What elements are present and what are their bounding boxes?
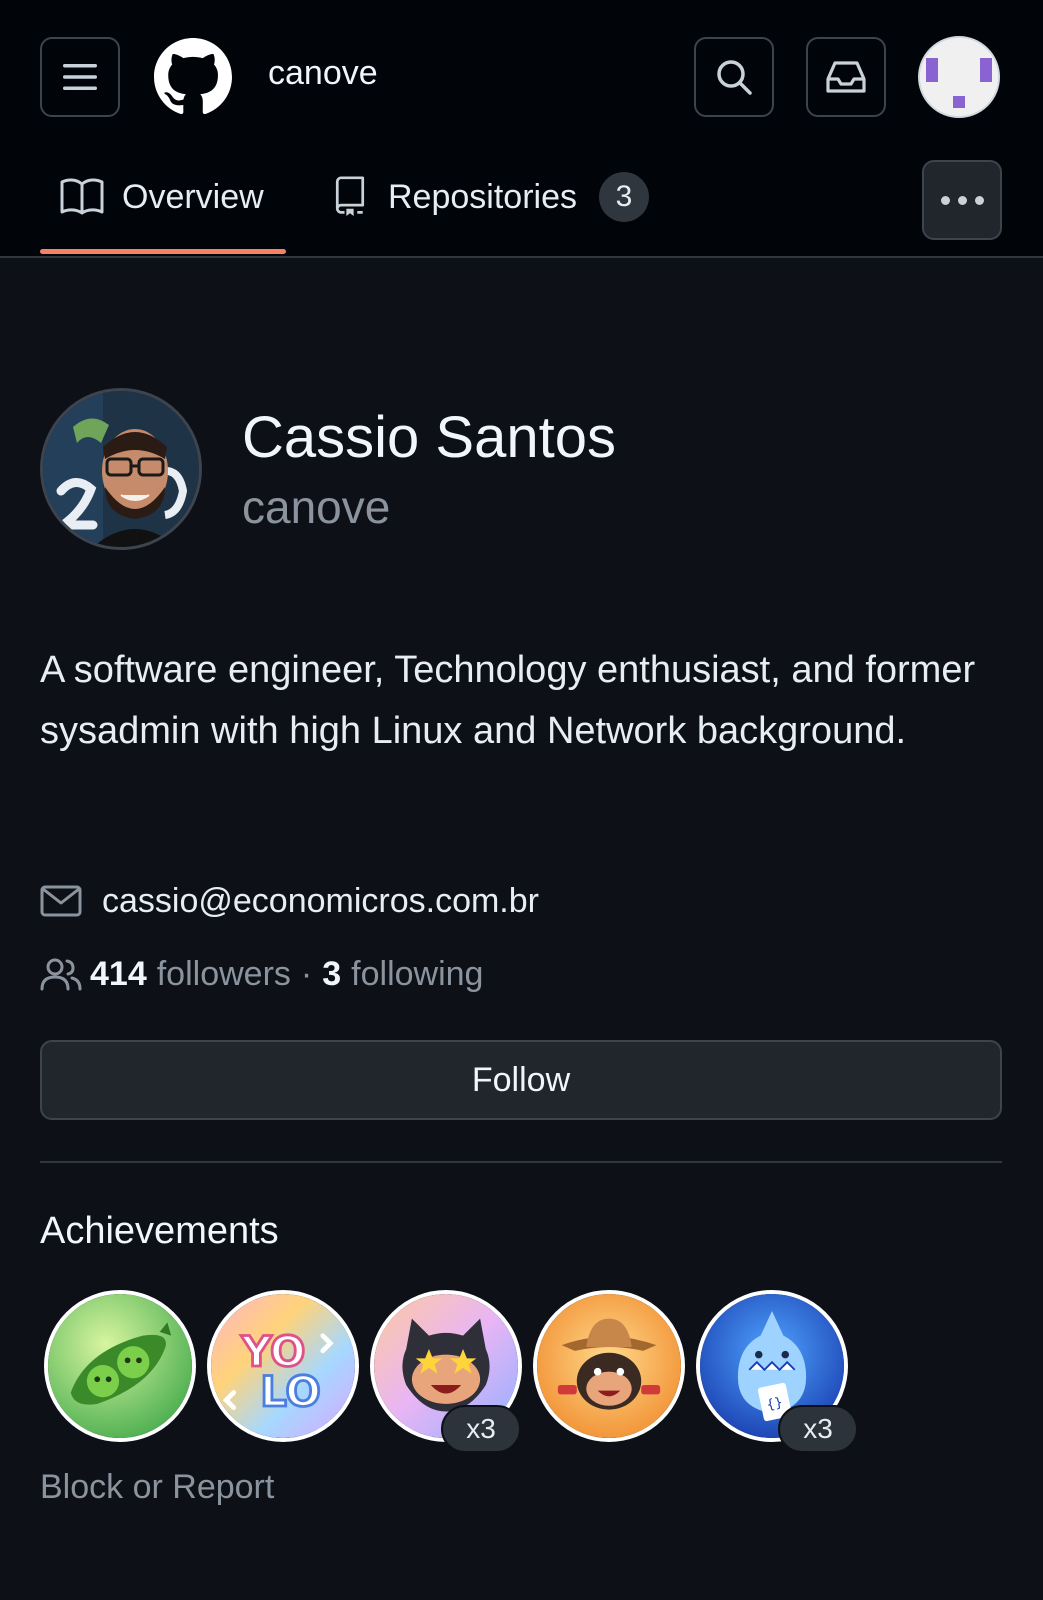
achievement-badge-peas[interactable] [44, 1290, 196, 1442]
tab-repositories[interactable]: Repositories 3 [330, 158, 670, 258]
kebab-dot-icon [940, 195, 950, 205]
stats-separator: · [300, 954, 313, 993]
tab-repositories-label: Repositories [388, 178, 577, 216]
inbox-button[interactable] [806, 37, 886, 117]
user-avatar[interactable] [918, 36, 1000, 118]
kebab-dot-icon [974, 195, 984, 205]
profile-email-link[interactable]: cassio@economicros.com.br [102, 882, 539, 921]
mail-icon [40, 885, 82, 917]
quickdraw-badge-icon [537, 1294, 681, 1438]
yolo-badge-icon: YO LO [211, 1294, 355, 1438]
inbox-icon [826, 61, 866, 93]
repo-icon [335, 176, 365, 216]
profile-bio: A software engineer, Technology enthusia… [40, 649, 976, 752]
identicon-avatar [920, 38, 998, 116]
section-divider [40, 1161, 1002, 1163]
following-label: following [351, 954, 484, 993]
more-options-button[interactable] [922, 160, 1002, 240]
hamburger-menu-icon [63, 64, 97, 90]
followers-link[interactable]: 414 followers [90, 955, 291, 994]
search-icon [717, 60, 752, 95]
search-button[interactable] [694, 37, 774, 117]
svg-text:LO: LO [260, 1367, 321, 1416]
profile-avatar[interactable] [40, 388, 202, 550]
repositories-count-badge: 3 [598, 172, 649, 222]
follow-stats: 414 followers · 3 following [40, 950, 483, 998]
followers-count: 414 [90, 954, 147, 993]
email-row: cassio@economicros.com.br [40, 876, 539, 926]
profile-full-name: Cassio Santos [242, 405, 616, 470]
achievements-heading: Achievements [40, 1210, 279, 1252]
shark-count-badge: x3 [778, 1405, 858, 1453]
github-logo-icon[interactable] [154, 38, 232, 116]
menu-button[interactable] [40, 37, 120, 117]
profile-login: canove [242, 481, 391, 533]
tab-overview-label: Overview [122, 178, 264, 216]
book-icon [60, 178, 104, 215]
header-username[interactable]: canove [268, 54, 378, 93]
follow-button[interactable]: Follow [40, 1040, 1002, 1120]
kebab-dot-icon [957, 195, 967, 205]
peas-badge-icon [48, 1294, 192, 1438]
followers-label: followers [156, 954, 291, 993]
tab-overview[interactable]: Overview [40, 158, 286, 258]
profile-photo [43, 391, 199, 547]
achievement-badge-yolo[interactable]: YO LO [207, 1290, 359, 1442]
starstruck-count-badge: x3 [441, 1405, 521, 1453]
following-link[interactable]: 3 following [322, 955, 483, 994]
following-count: 3 [322, 954, 342, 993]
people-icon [40, 958, 82, 991]
app-header: canove Overview Repositories 3 [0, 0, 1043, 258]
achievement-badge-quickdraw[interactable] [533, 1290, 685, 1442]
block-or-report-link[interactable]: Block or Report [40, 1468, 274, 1507]
